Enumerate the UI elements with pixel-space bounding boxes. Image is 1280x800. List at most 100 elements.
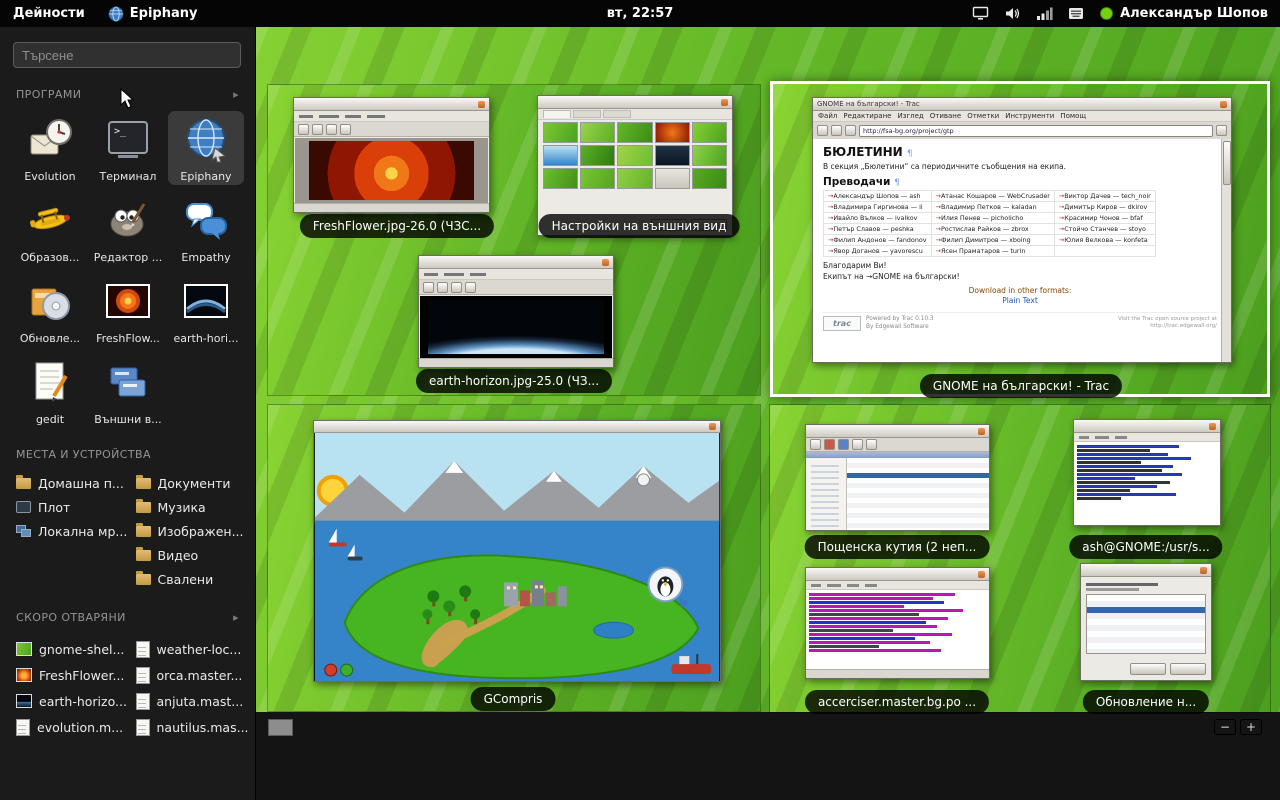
place-music[interactable]: Музика [136, 495, 256, 519]
image-thumbnail-icon [16, 694, 32, 708]
keyboard-input-icon[interactable] [1068, 6, 1085, 21]
menu-help[interactable]: Помощ [1060, 112, 1086, 120]
close-icon [602, 259, 609, 266]
window-terminal[interactable] [1073, 419, 1221, 526]
wallpaper-thumbnails[interactable] [543, 122, 727, 189]
folder-tree[interactable] [806, 458, 847, 530]
place-network[interactable]: Локална мр... [16, 519, 136, 543]
app-gimp[interactable]: Редактор ... [90, 192, 166, 266]
window-gcompris[interactable] [313, 420, 721, 682]
go-button[interactable] [1216, 125, 1227, 136]
desktop-icon [16, 501, 31, 513]
update-list[interactable] [1086, 594, 1206, 654]
app-epiphany[interactable]: Epiphany [168, 111, 244, 185]
recent-list: gnome-shel... FreshFlower... earth-horiz… [0, 628, 255, 740]
folder-icon [136, 526, 151, 537]
app-gedit[interactable]: gedit [12, 354, 88, 428]
workspace-1[interactable]: FreshFlower.jpg-26.0 (ЧЗС... [268, 85, 760, 395]
window-label: earth-horizon.jpg-25.0 (ЧЗ... [416, 369, 612, 393]
network-signal-icon[interactable] [1036, 6, 1053, 21]
app-external-volumes[interactable]: Външни в... [90, 354, 166, 428]
address-bar[interactable]: http://fsa-bg.org/project/gtp [859, 125, 1213, 137]
recent-item[interactable]: earth-horizo... [16, 688, 136, 714]
remove-workspace-button[interactable]: − [1214, 719, 1236, 735]
pilcrow-anchor[interactable]: ¶ [894, 178, 900, 188]
recent-item[interactable]: weather-loc... [136, 636, 256, 662]
clock[interactable]: вт, 22:57 [607, 0, 674, 27]
close-icon [478, 101, 485, 108]
text-file-icon [136, 667, 150, 684]
window-label: ash@GNOME:/usr/s... [1069, 535, 1222, 559]
user-menu[interactable]: Александър Шопов [1100, 6, 1268, 21]
software-update-cd-icon [26, 277, 74, 325]
recent-item[interactable]: evolution.m... [16, 714, 136, 740]
recent-item[interactable]: anjuta.mast... [136, 688, 256, 714]
dialog-button[interactable] [1170, 663, 1206, 675]
place-downloads[interactable]: Свалени [136, 567, 256, 591]
app-evolution[interactable]: Evolution [12, 111, 88, 185]
recent-item[interactable]: gnome-shel... [16, 636, 136, 662]
add-workspace-button[interactable]: + [1240, 719, 1262, 735]
menu-go[interactable]: Отиване [930, 112, 961, 120]
recent-item[interactable]: FreshFlower... [16, 662, 136, 688]
recent-expander-icon[interactable]: ▸ [233, 611, 239, 624]
reload-button[interactable] [845, 125, 856, 136]
browser-toolbar: http://fsa-bg.org/project/gtp [813, 122, 1231, 140]
workspace-2[interactable]: GNOME на български! - Trac Файл Редактир… [770, 81, 1270, 397]
text-file-icon [16, 719, 30, 736]
window-epiphany-trac[interactable]: GNOME на български! - Trac Файл Редактир… [812, 97, 1232, 363]
evolution-icon [26, 115, 74, 163]
window-label: Обновление н... [1083, 690, 1209, 714]
recent-item[interactable]: nautilus.mas... [136, 714, 256, 740]
display-icon[interactable] [972, 6, 989, 21]
window-evolution-inbox[interactable] [805, 424, 990, 531]
window-freshflower[interactable] [293, 97, 490, 213]
app-software-update[interactable]: Обновле... [12, 273, 88, 347]
app-menu[interactable]: Epiphany [98, 0, 208, 27]
menu-tools[interactable]: Инструменти [1005, 112, 1054, 120]
overview-area: FreshFlower.jpg-26.0 (ЧЗС... [256, 27, 1280, 800]
app-freshflower-image[interactable]: FreshFlow... [90, 273, 166, 347]
dialog-button[interactable] [1130, 663, 1166, 675]
folder-icon [136, 478, 151, 489]
menu-view[interactable]: Изглед [897, 112, 923, 120]
menu-edit[interactable]: Редактиране [843, 112, 891, 120]
selected-message-row [847, 473, 989, 478]
place-home[interactable]: Домашна п... [16, 471, 136, 495]
user-status-available-icon [1100, 7, 1113, 20]
window-software-update[interactable] [1080, 563, 1212, 681]
place-desktop[interactable]: Плот [16, 495, 136, 519]
volume-icon[interactable] [1004, 6, 1021, 21]
app-terminal[interactable]: >_ Терминал [90, 111, 166, 185]
place-videos[interactable]: Видео [136, 543, 256, 567]
app-empathy[interactable]: Empathy [168, 192, 244, 266]
app-gcompris[interactable]: Образов... [12, 192, 88, 266]
places-section-header: МЕСТА И УСТРОЙСТВА [16, 448, 239, 461]
text-file-icon [136, 719, 150, 736]
pilcrow-anchor[interactable]: ¶ [907, 149, 913, 159]
window-label: Пощенска кутия (2 неп... [805, 535, 990, 559]
search-input[interactable] [13, 42, 241, 68]
window-earth-horizon[interactable] [418, 255, 614, 368]
workspace-4[interactable]: Пощенска кутия (2 неп... a [770, 405, 1270, 712]
place-documents[interactable]: Документи [136, 471, 256, 495]
workspace-drag-handle[interactable] [268, 719, 293, 736]
place-pictures[interactable]: Изображен... [136, 519, 256, 543]
back-button[interactable] [817, 125, 828, 136]
epiphany-globe-icon [182, 115, 230, 163]
scrollbar[interactable] [1221, 139, 1231, 362]
folder-icon [136, 502, 151, 513]
message-list[interactable] [847, 458, 989, 530]
app-earth-image[interactable]: earth-hori... [168, 273, 244, 347]
workspace-controls-strip [256, 712, 1280, 800]
forward-button[interactable] [831, 125, 842, 136]
programs-expander-icon[interactable]: ▸ [233, 88, 239, 101]
workspace-3[interactable]: GCompris [268, 405, 760, 711]
empathy-chat-icon [182, 196, 230, 244]
menu-file[interactable]: Файл [818, 112, 837, 120]
menu-bookmarks[interactable]: Отметки [967, 112, 999, 120]
recent-item[interactable]: orca.master... [136, 662, 256, 688]
plain-text-link[interactable]: Plain Text [823, 296, 1217, 305]
activities-button[interactable]: Дейности [0, 0, 98, 27]
window-po-editor[interactable] [805, 567, 990, 679]
